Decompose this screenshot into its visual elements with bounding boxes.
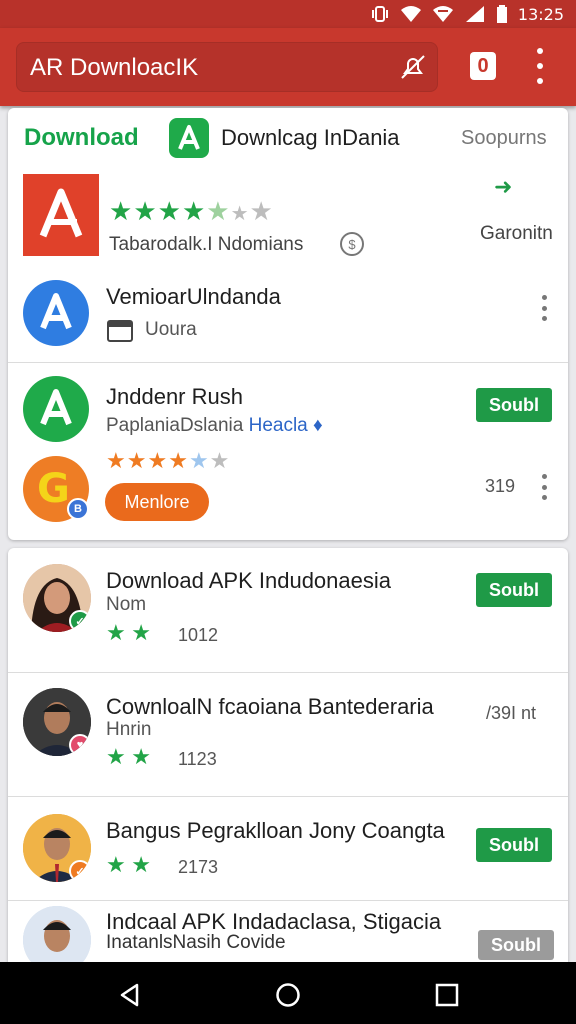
list-item-icon[interactable] [23,280,89,346]
list-item-subtitle-link[interactable]: Heacla [249,415,308,436]
star-icon: ★ [133,196,157,226]
install-button[interactable]: Soubl [476,388,552,422]
window-icon [107,320,133,342]
g-app-icon[interactable]: G B [23,456,89,522]
person-rating: ★ ★ [106,854,152,877]
star-icon: ★ [181,196,206,226]
more-pill-button[interactable]: Menlore [105,483,209,521]
person-right-text: /39I nt [486,703,537,723]
install-button[interactable]: Soubl [478,930,554,960]
status-bar: 13:25 [0,0,576,28]
people-card: ✓ Download APK Indudonaesia Nom ★ ★ 1012… [8,548,568,974]
star-icon: ★ [147,448,168,473]
app-logo-icon [169,118,209,158]
overflow-menu-icon[interactable] [528,48,552,84]
list-item-subtitle: PaplaniaDslania [106,415,244,436]
navigation-bar [0,962,576,1024]
star-icon: ★ [106,852,126,877]
person-count: 2173 [178,857,219,877]
section-download-label[interactable]: Download [24,124,139,152]
avatar[interactable]: ♥ [23,688,91,756]
badge-icon: ✓ [69,610,91,632]
featured-app-icon[interactable] [23,174,99,256]
featured-side-label[interactable]: Garonitn [480,223,553,245]
install-button[interactable]: Soubl [476,828,552,862]
star-icon: ★ [230,203,249,225]
status-time: 13:25 [517,4,564,24]
avatar[interactable]: ✓ [23,564,91,632]
star-icon: ★ [206,196,230,226]
divider [8,900,568,901]
list-item-title[interactable]: VemioarUlndanda [106,284,281,310]
badge-icon: ✓ [69,860,91,882]
star-icon: ★ [188,448,209,473]
apps-card: Download Downlcag InDania Soopurns ★★★★★… [8,108,568,540]
vibrate-icon [371,6,388,22]
person-subtitle: InatanlsNasih Covide [106,932,286,953]
person-count: 1012 [178,625,219,645]
info-icon[interactable]: $ [340,232,364,256]
star-icon: ★ [131,620,151,645]
star-icon: ★ [131,852,151,877]
person-subtitle: Hnrin [106,719,152,740]
item-rating-stars: ★★★★★★ [106,450,230,473]
divider [8,672,568,673]
cell-signal-icon [465,6,484,22]
star-icon: ★ [157,196,181,226]
header-right-label[interactable]: Soopurns [461,127,547,150]
person-count: 1123 [178,749,217,769]
item-menu-icon[interactable] [537,474,551,500]
star-icon: ★ [106,448,126,473]
person-title[interactable]: CownloalN fcaoiana Bantederaria [106,694,434,720]
person-rating: ★ ★ [106,746,152,769]
recents-icon[interactable] [435,983,459,1007]
home-icon[interactable] [275,982,301,1008]
install-button[interactable]: Soubl [476,573,552,607]
list-item-subtitle-row: PaplaniaDslania Heacla ♦ [106,415,323,437]
star-icon: ★ [109,196,133,226]
search-input[interactable]: AR DownloacIK [30,54,198,82]
tabs-count-button[interactable]: 0 [470,52,496,80]
featured-rating-text: Tabarodalk.I Ndomians [109,234,304,255]
person-rating: ★ ★ [106,622,152,645]
star-icon: ★ [209,448,230,473]
item-menu-icon[interactable] [537,295,551,321]
divider [8,796,568,797]
wifi-icon [400,6,421,22]
person-subtitle: Nom [106,594,147,615]
featured-rating-stars: ★★★★★★★ [109,198,274,227]
star-icon: ★ [106,744,126,769]
signal-wifi-alt-icon [432,6,453,22]
list-item-title[interactable]: Jnddenr Rush [106,384,243,410]
battery-icon [496,5,507,23]
person-title[interactable]: Download APK Indudonaesia [106,568,391,594]
list-item-icon[interactable] [23,376,89,442]
badge-icon: ♥ [69,734,91,756]
star-icon: ★ [106,620,126,645]
person-title[interactable]: Bangus Pegraklloan Jony Coangta [106,818,445,844]
star-icon: ★ [168,448,188,473]
back-icon[interactable] [117,982,143,1008]
notification-bell-icon[interactable] [398,52,428,82]
list-item-subtitle: Uoura [145,319,197,340]
search-bar[interactable]: AR DownloacIK [16,42,438,92]
divider [8,362,568,363]
item-count: 319 [485,476,516,496]
avatar[interactable]: ✓ [23,814,91,882]
app-bar: AR DownloacIK 0 [0,28,576,106]
arrow-right-icon[interactable]: ➜ [494,174,512,200]
star-icon: ★ [249,196,273,226]
star-icon: ★ [126,448,147,473]
star-icon: ★ [131,744,151,769]
badge-icon: B [67,498,89,520]
verified-icon: ♦ [313,415,323,436]
app-name: Downlcag InDania [221,125,400,150]
